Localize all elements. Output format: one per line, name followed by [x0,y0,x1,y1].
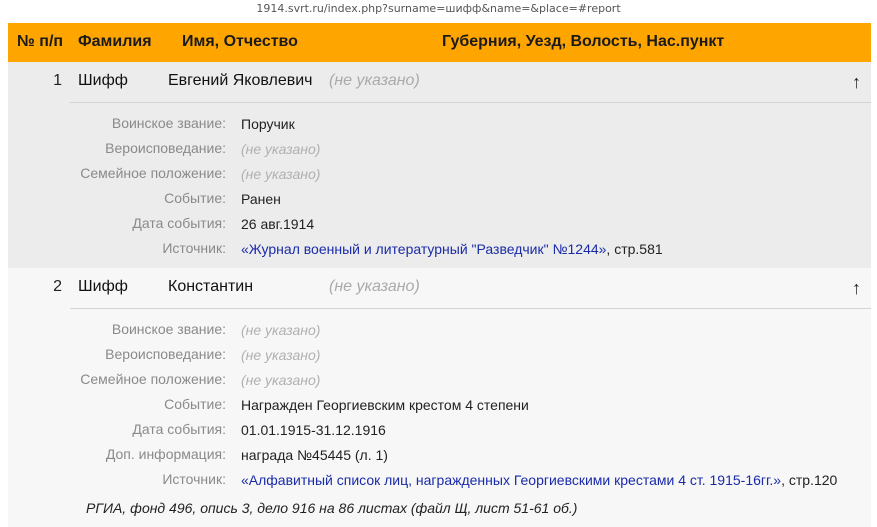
value-marital: (не указано) [241,372,321,388]
label-source: Источник: [162,471,226,487]
record-place: (не указано) [329,72,420,89]
label-event: Событие: [164,190,226,206]
divider [70,308,871,309]
detail-event-date: Дата события: 01.01.1915-31.12.1916 [8,416,871,441]
value-source: «Журнал военный и литературный "Разведчи… [241,241,663,257]
label-extra: Доп. информация: [105,446,226,462]
source-page: , стр.581 [606,241,663,257]
record-number: 2 [53,278,62,295]
scroll-up-arrow-icon[interactable]: ↑ [852,72,861,93]
detail-event: Событие: Ранен [8,185,871,210]
value-event: Награжден Георгиевским крестом 4 степени [241,397,529,413]
detail-marital: Семейное положение: (не указано) [8,366,871,391]
label-source: Источник: [162,240,226,256]
record-main-row: 2 Шифф Константин (не указано) ↑ [8,268,871,308]
scroll-up-arrow-icon[interactable]: ↑ [852,278,861,299]
label-event-date: Дата события: [132,421,226,437]
table-header: № п/п Фамилия Имя, Отчество Губерния, Уе… [8,23,871,62]
label-religion: Вероисповедание: [105,346,226,362]
value-event: Ранен [241,191,281,207]
detail-marital: Семейное положение: (не указано) [8,160,871,185]
header-place: Губерния, Уезд, Волость, Нас.пункт [442,33,725,50]
label-marital: Семейное положение: [80,165,226,181]
value-event-date: 01.01.1915-31.12.1916 [241,422,386,438]
label-religion: Вероисповедание: [105,140,226,156]
detail-rank: Воинское звание: (не указано) [8,316,871,341]
detail-religion: Вероисповедание: (не указано) [8,341,871,366]
record-surname: Шифф [78,72,128,89]
value-event-date: 26 авг.1914 [241,216,315,232]
header-name: Имя, Отчество [182,33,298,50]
label-rank: Воинское звание: [111,115,226,131]
label-event: Событие: [164,396,226,412]
label-marital: Семейное положение: [80,371,226,387]
record-1: 1 Шифф Евгений Яковлевич (не указано) ↑ … [8,62,871,268]
source-page: , стр.120 [781,472,838,488]
detail-source: Источник: «Алфавитный список лиц, награж… [8,466,871,491]
detail-source: Источник: «Журнал военный и литературный… [8,235,871,260]
address-bar[interactable]: 1914.svrt.ru/index.php?surname=шифф&name… [0,0,877,18]
record-place: (не указано) [329,278,420,295]
record-2: 2 Шифф Константин (не указано) ↑ Воинско… [8,268,871,527]
divider [70,102,871,103]
label-event-date: Дата события: [132,215,226,231]
header-surname: Фамилия [78,33,152,50]
archive-reference: РГИА, фонд 496, опись 3, дело 916 на 86 … [86,500,578,516]
record-name: Евгений Яковлевич [168,72,313,89]
value-extra: награда №45445 (л. 1) [241,447,388,463]
value-marital: (не указано) [241,166,321,182]
value-rank: (не указано) [241,322,321,338]
value-religion: (не указано) [241,141,321,157]
detail-extra: Доп. информация: награда №45445 (л. 1) [8,441,871,466]
detail-event-date: Дата события: 26 авг.1914 [8,210,871,235]
value-source: «Алфавитный список лиц, награжденных Гео… [241,472,837,488]
value-religion: (не указано) [241,347,321,363]
detail-religion: Вероисповедание: (не указано) [8,135,871,160]
source-link[interactable]: «Алфавитный список лиц, награжденных Гео… [241,472,781,488]
record-main-row: 1 Шифф Евгений Яковлевич (не указано) ↑ [8,62,871,102]
detail-event: Событие: Награжден Георгиевским крестом … [8,391,871,416]
label-rank: Воинское звание: [111,321,226,337]
value-rank: Поручик [241,116,295,132]
record-surname: Шифф [78,278,128,295]
record-name: Константин [168,278,254,295]
source-link[interactable]: «Журнал военный и литературный "Разведчи… [241,241,606,257]
record-number: 1 [53,72,62,89]
header-num: № п/п [17,33,64,50]
detail-rank: Воинское звание: Поручик [8,110,871,135]
